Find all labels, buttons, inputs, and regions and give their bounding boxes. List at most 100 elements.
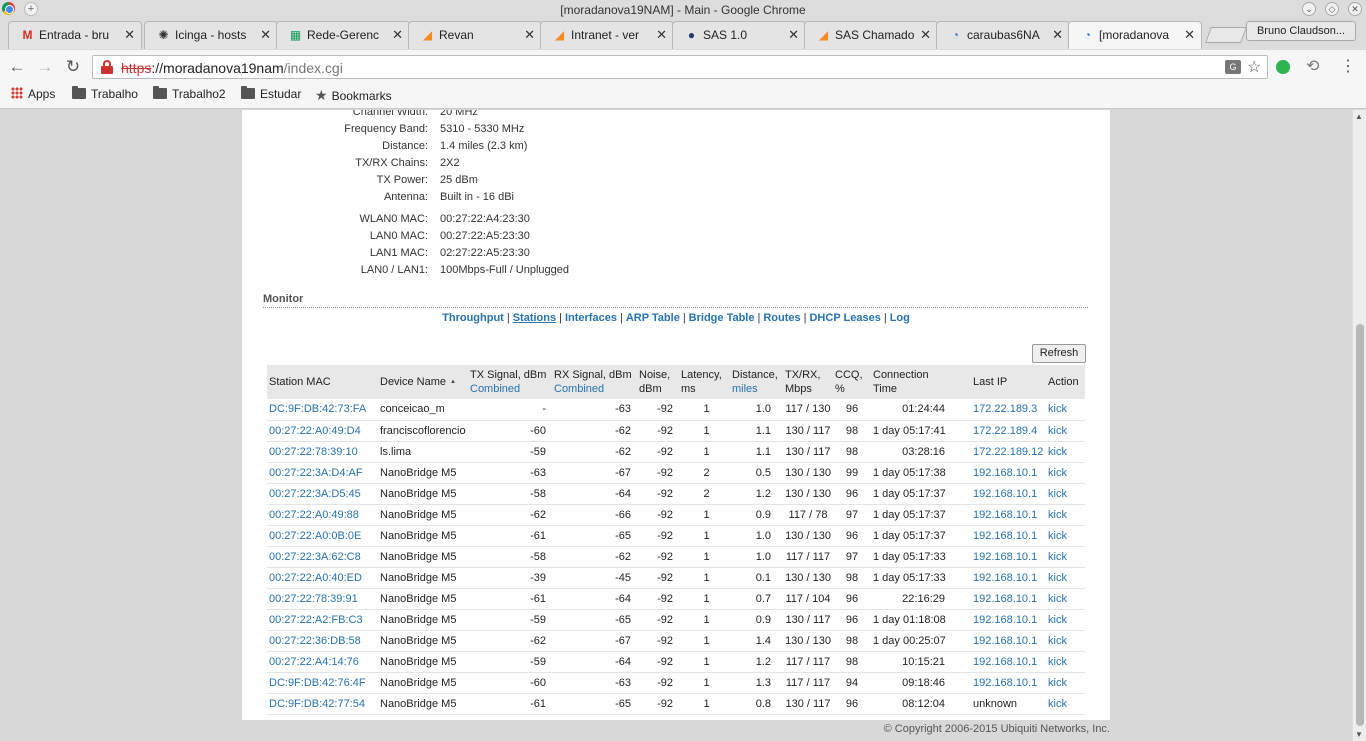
- column-header[interactable]: TX/RX, Mbps: [783, 365, 833, 399]
- station-mac[interactable]: 00:27:22:A0:49:D4: [267, 420, 378, 442]
- kick-link[interactable]: kick: [1046, 672, 1085, 694]
- scroll-down-arrow-icon[interactable]: ▼: [1355, 730, 1363, 739]
- kick-link[interactable]: kick: [1046, 462, 1085, 484]
- scrollbar-thumb[interactable]: [1356, 324, 1364, 726]
- column-header[interactable]: Connection Time: [871, 365, 971, 399]
- kick-link[interactable]: kick: [1046, 630, 1085, 652]
- column-header[interactable]: Noise, dBm: [637, 365, 679, 399]
- station-mac[interactable]: 00:27:22:3A:62:C8: [267, 546, 378, 568]
- nav-interfaces[interactable]: Interfaces: [565, 312, 617, 324]
- close-window-icon[interactable]: ✕: [1348, 2, 1362, 16]
- bookmark-star-icon[interactable]: ☆: [1247, 57, 1261, 77]
- station-mac[interactable]: 00:27:22:A0:49:88: [267, 504, 378, 526]
- tab-icinga[interactable]: ✺ Icinga - hosts ✕: [144, 21, 278, 49]
- tab-intranet[interactable]: ◢ Intranet - ver ✕: [540, 21, 674, 49]
- nav-dhcp-leases[interactable]: DHCP Leases: [809, 312, 880, 324]
- tab-sas[interactable]: ● SAS 1.0 ✕: [672, 21, 806, 49]
- kick-link[interactable]: kick: [1046, 588, 1085, 610]
- station-mac[interactable]: 00:27:22:78:39:91: [267, 588, 378, 610]
- sort-ascending-icon[interactable]: ▲: [450, 379, 456, 385]
- back-arrow-icon[interactable]: ←: [6, 56, 28, 78]
- kick-link[interactable]: kick: [1046, 609, 1085, 631]
- column-header[interactable]: Distance, miles: [730, 365, 783, 399]
- nav-log[interactable]: Log: [890, 312, 910, 324]
- new-tab-button[interactable]: [1205, 27, 1247, 43]
- column-header[interactable]: Station MAC: [267, 365, 378, 399]
- bookmark-folder-trabalho[interactable]: Trabalho: [72, 86, 138, 101]
- bookmark-folder-estudar[interactable]: Estudar: [241, 86, 301, 101]
- last-ip[interactable]: 192.168.10.1: [971, 630, 1046, 652]
- history-icon[interactable]: ⟲: [1306, 56, 1319, 76]
- column-header[interactable]: Action: [1046, 365, 1085, 399]
- url-text[interactable]: https://moradanova19nam/index.cgi: [121, 60, 343, 76]
- menu-icon[interactable]: ⋮: [1340, 56, 1356, 76]
- tab-close-icon[interactable]: ✕: [920, 27, 931, 43]
- tab-close-icon[interactable]: ✕: [656, 27, 667, 43]
- column-header[interactable]: CCQ,%: [833, 365, 871, 399]
- kick-link[interactable]: kick: [1046, 504, 1085, 526]
- tab-revan[interactable]: ◢ Revan ✕: [408, 21, 542, 49]
- last-ip[interactable]: 192.168.10.1: [971, 567, 1046, 589]
- nav-routes[interactable]: Routes: [763, 312, 800, 324]
- station-mac[interactable]: 00:27:22:3A:D4:AF: [267, 462, 378, 484]
- kick-link[interactable]: kick: [1046, 399, 1085, 421]
- kick-link[interactable]: kick: [1046, 693, 1085, 715]
- minimize-icon[interactable]: ⌄: [1302, 2, 1316, 16]
- tab-caraubas[interactable]: ◔ caraubas6NA ✕: [936, 21, 1070, 49]
- tab-close-icon[interactable]: ✕: [392, 27, 403, 43]
- station-mac[interactable]: DC:9F:DB:42:76:4F: [267, 672, 378, 694]
- last-ip[interactable]: 192.168.10.1: [971, 525, 1046, 547]
- station-mac[interactable]: 00:27:22:36:DB:58: [267, 630, 378, 652]
- kick-link[interactable]: kick: [1046, 441, 1085, 463]
- tab-gmail[interactable]: M Entrada - bru ✕: [8, 21, 142, 49]
- bookmark-apps[interactable]: Apps: [11, 87, 55, 101]
- last-ip[interactable]: 172.22.189.12: [971, 441, 1046, 463]
- extension-icon[interactable]: [1276, 60, 1290, 74]
- tab-close-icon[interactable]: ✕: [1184, 27, 1195, 43]
- tab-rede-gerencia[interactable]: ▦ Rede-Gerenc ✕: [276, 21, 410, 49]
- tab-close-icon[interactable]: ✕: [260, 27, 271, 43]
- last-ip[interactable]: 172.22.189.3: [971, 399, 1046, 421]
- forward-arrow-icon[interactable]: →: [34, 56, 56, 78]
- kick-link[interactable]: kick: [1046, 525, 1085, 547]
- station-mac[interactable]: 00:27:22:3A:D5:45: [267, 483, 378, 505]
- station-mac[interactable]: 00:27:22:78:39:10: [267, 441, 378, 463]
- last-ip[interactable]: 192.168.10.1: [971, 462, 1046, 484]
- nav-arp-table[interactable]: ARP Table: [626, 312, 680, 324]
- kick-link[interactable]: kick: [1046, 651, 1085, 673]
- column-header[interactable]: Last IP: [971, 365, 1046, 399]
- column-header[interactable]: Latency, ms: [679, 365, 730, 399]
- address-bar[interactable]: https://moradanova19nam/index.cgi G ☆: [92, 55, 1268, 79]
- last-ip[interactable]: 192.168.10.1: [971, 483, 1046, 505]
- tab-sas-chamado[interactable]: ◢ SAS Chamado ✕: [804, 21, 938, 49]
- station-mac[interactable]: 00:27:22:A0:40:ED: [267, 567, 378, 589]
- column-header[interactable]: Device Name ▲: [378, 365, 468, 399]
- nav-bridge-table[interactable]: Bridge Table: [689, 312, 755, 324]
- tab-close-icon[interactable]: ✕: [788, 27, 799, 43]
- kick-link[interactable]: kick: [1046, 420, 1085, 442]
- refresh-button[interactable]: Refresh: [1032, 344, 1086, 363]
- tab-close-icon[interactable]: ✕: [524, 27, 535, 43]
- kick-link[interactable]: kick: [1046, 546, 1085, 568]
- tab-close-icon[interactable]: ✕: [124, 27, 135, 43]
- reload-icon[interactable]: ↻: [62, 56, 84, 78]
- tab-moradanova[interactable]: ◔ [moradanova ✕: [1068, 21, 1202, 49]
- last-ip[interactable]: 192.168.10.1: [971, 651, 1046, 673]
- tab-close-icon[interactable]: ✕: [1052, 27, 1063, 43]
- kick-link[interactable]: kick: [1046, 567, 1085, 589]
- nav-stations[interactable]: Stations: [513, 312, 556, 324]
- last-ip[interactable]: 192.168.10.1: [971, 546, 1046, 568]
- station-mac[interactable]: 00:27:22:A2:FB:C3: [267, 609, 378, 631]
- last-ip[interactable]: 192.168.10.1: [971, 609, 1046, 631]
- station-mac[interactable]: DC:9F:DB:42:77:54: [267, 693, 378, 715]
- bookmark-folder-bookmarks[interactable]: ★ Bookmarks: [315, 87, 392, 104]
- last-ip[interactable]: 192.168.10.1: [971, 588, 1046, 610]
- last-ip[interactable]: 172.22.189.4: [971, 420, 1046, 442]
- kick-link[interactable]: kick: [1046, 483, 1085, 505]
- column-header[interactable]: TX Signal, dBm Combined: [468, 365, 552, 399]
- insecure-lock-icon[interactable]: [101, 60, 113, 74]
- last-ip[interactable]: 192.168.10.1: [971, 672, 1046, 694]
- station-mac[interactable]: 00:27:22:A4:14:76: [267, 651, 378, 673]
- station-mac[interactable]: 00:27:22:A0:0B:0E: [267, 525, 378, 547]
- column-header[interactable]: RX Signal, dBm Combined: [552, 365, 637, 399]
